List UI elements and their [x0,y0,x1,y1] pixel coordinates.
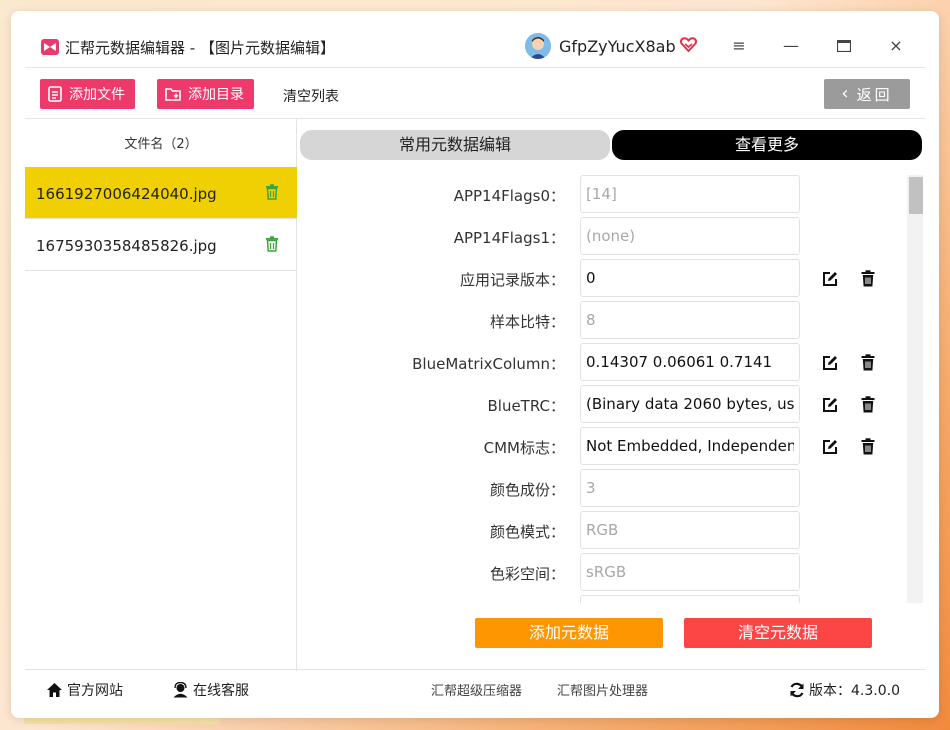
compressor-link[interactable]: 汇帮超级压缩器 [431,680,522,699]
field-value-input[interactable] [580,553,800,591]
vip-heart-icon[interactable] [680,37,697,56]
field-label: 应用记录版本： [459,271,565,289]
close-icon[interactable]: × [883,33,909,59]
metadata-field-row: CMM标志： [299,427,909,465]
edit-icon[interactable] [822,271,838,287]
menu-icon[interactable]: ≡ [726,33,752,59]
app-title: 汇帮元数据编辑器 - 【图片元数据编辑】 [65,39,335,57]
file-name: 1675930358485826.jpg [36,237,217,255]
field-label: CMM标志： [483,439,565,457]
home-icon [47,683,62,697]
delete-icon[interactable] [861,354,875,371]
field-label: 颜色成份： [489,481,565,499]
support-label: 在线客服 [193,683,249,699]
delete-icon[interactable] [861,270,875,287]
file-list-header: 文件名（2） [124,137,198,152]
footer-divider [25,669,925,670]
image-processor-link[interactable]: 汇帮图片处理器 [557,680,648,699]
field-value-input[interactable] [580,175,800,213]
field-label: BlueMatrixColumn： [412,355,565,373]
add-folder-button[interactable]: 添加目录 [157,79,254,109]
add-file-icon [48,86,62,102]
field-label: 色彩空间： [489,565,565,583]
title-divider [25,67,925,68]
field-label: APP14Flags1： [453,229,565,247]
app-logo-icon [41,39,59,55]
file-row-2[interactable]: 1675930358485826.jpg [25,219,297,271]
website-label: 官方网站 [67,683,123,699]
edit-icon[interactable] [822,439,838,455]
field-label: 颜色模式： [489,523,565,541]
metadata-field-row: BlueTRC： [299,385,909,423]
add-metadata-button[interactable]: 添加元数据 [475,618,663,648]
minimize-icon[interactable]: — [778,33,804,59]
metadata-field-row: APP14Flags1： [299,217,909,255]
tab-common-metadata[interactable]: 常用元数据编辑 [300,130,610,160]
maximize-icon[interactable] [831,33,857,59]
edit-icon[interactable] [822,355,838,371]
file-list-panel: 文件名（2） 1661927006424040.jpg 167593035848… [25,119,297,671]
back-chevron-icon: ‹ [841,83,849,104]
add-file-label: 添加文件 [69,87,125,103]
metadata-field-row: 应用记录版本： [299,259,909,297]
metadata-field-row: 色彩空间： [299,553,909,591]
field-value-input[interactable] [580,301,800,339]
field-value-input[interactable] [580,259,800,297]
version-info[interactable]: 版本：4.3.0.0 [789,680,900,700]
title-bar: 汇帮元数据编辑器 - 【图片元数据编辑】 GfpZyYucX8ab ≡ — × [11,11,939,69]
delete-icon[interactable] [861,396,875,413]
refresh-icon [790,682,804,698]
back-button[interactable]: ‹ 返回 [824,79,910,109]
tab-view-more[interactable]: 查看更多 [612,130,922,160]
metadata-field-row [299,595,909,603]
support-agent-icon [173,682,188,698]
field-value-input[interactable] [580,469,800,507]
metadata-field-list: APP14Flags0： APP14Flags1： 应用记录版本： 样本比特： Blue… [299,171,909,603]
trash-icon[interactable] [265,236,279,252]
field-label: 样本比特： [489,313,565,331]
edit-icon[interactable] [822,397,838,413]
metadata-field-row: 颜色模式： [299,511,909,549]
metadata-field-row: APP14Flags0： [299,175,909,213]
metadata-field-row: 颜色成份： [299,469,909,507]
field-value-input[interactable] [580,595,800,603]
field-value-input[interactable] [580,511,800,549]
field-label: BlueTRC： [487,397,565,415]
file-name: 1661927006424040.jpg [36,185,217,203]
delete-icon[interactable] [861,438,875,455]
metadata-field-row: BlueMatrixColumn： [299,343,909,381]
trash-icon[interactable] [265,184,279,200]
field-value-input[interactable] [580,385,800,423]
clear-list-button[interactable]: 清空列表 [283,86,339,106]
website-link[interactable]: 官方网站 [46,680,123,700]
user-name[interactable]: GfpZyYucX8ab [559,37,676,56]
metadata-field-row: 样本比特： [299,301,909,339]
field-value-input[interactable] [580,343,800,381]
back-label: 返回 [856,85,893,104]
support-link[interactable]: 在线客服 [172,680,249,700]
scrollbar-track[interactable] [907,175,923,603]
add-file-button[interactable]: 添加文件 [40,79,135,109]
user-avatar[interactable] [525,33,551,59]
field-value-input[interactable] [580,427,800,465]
scrollbar-thumb[interactable] [909,177,923,214]
file-row-1[interactable]: 1661927006424040.jpg [25,167,297,219]
clear-metadata-button[interactable]: 清空元数据 [684,618,872,648]
field-value-input[interactable] [580,217,800,255]
app-window: 汇帮元数据编辑器 - 【图片元数据编辑】 GfpZyYucX8ab ≡ — × [11,11,939,718]
version-label: 版本：4.3.0.0 [809,683,900,699]
add-folder-icon [165,87,181,101]
add-folder-label: 添加目录 [188,87,244,103]
field-label: APP14Flags0： [453,187,565,205]
